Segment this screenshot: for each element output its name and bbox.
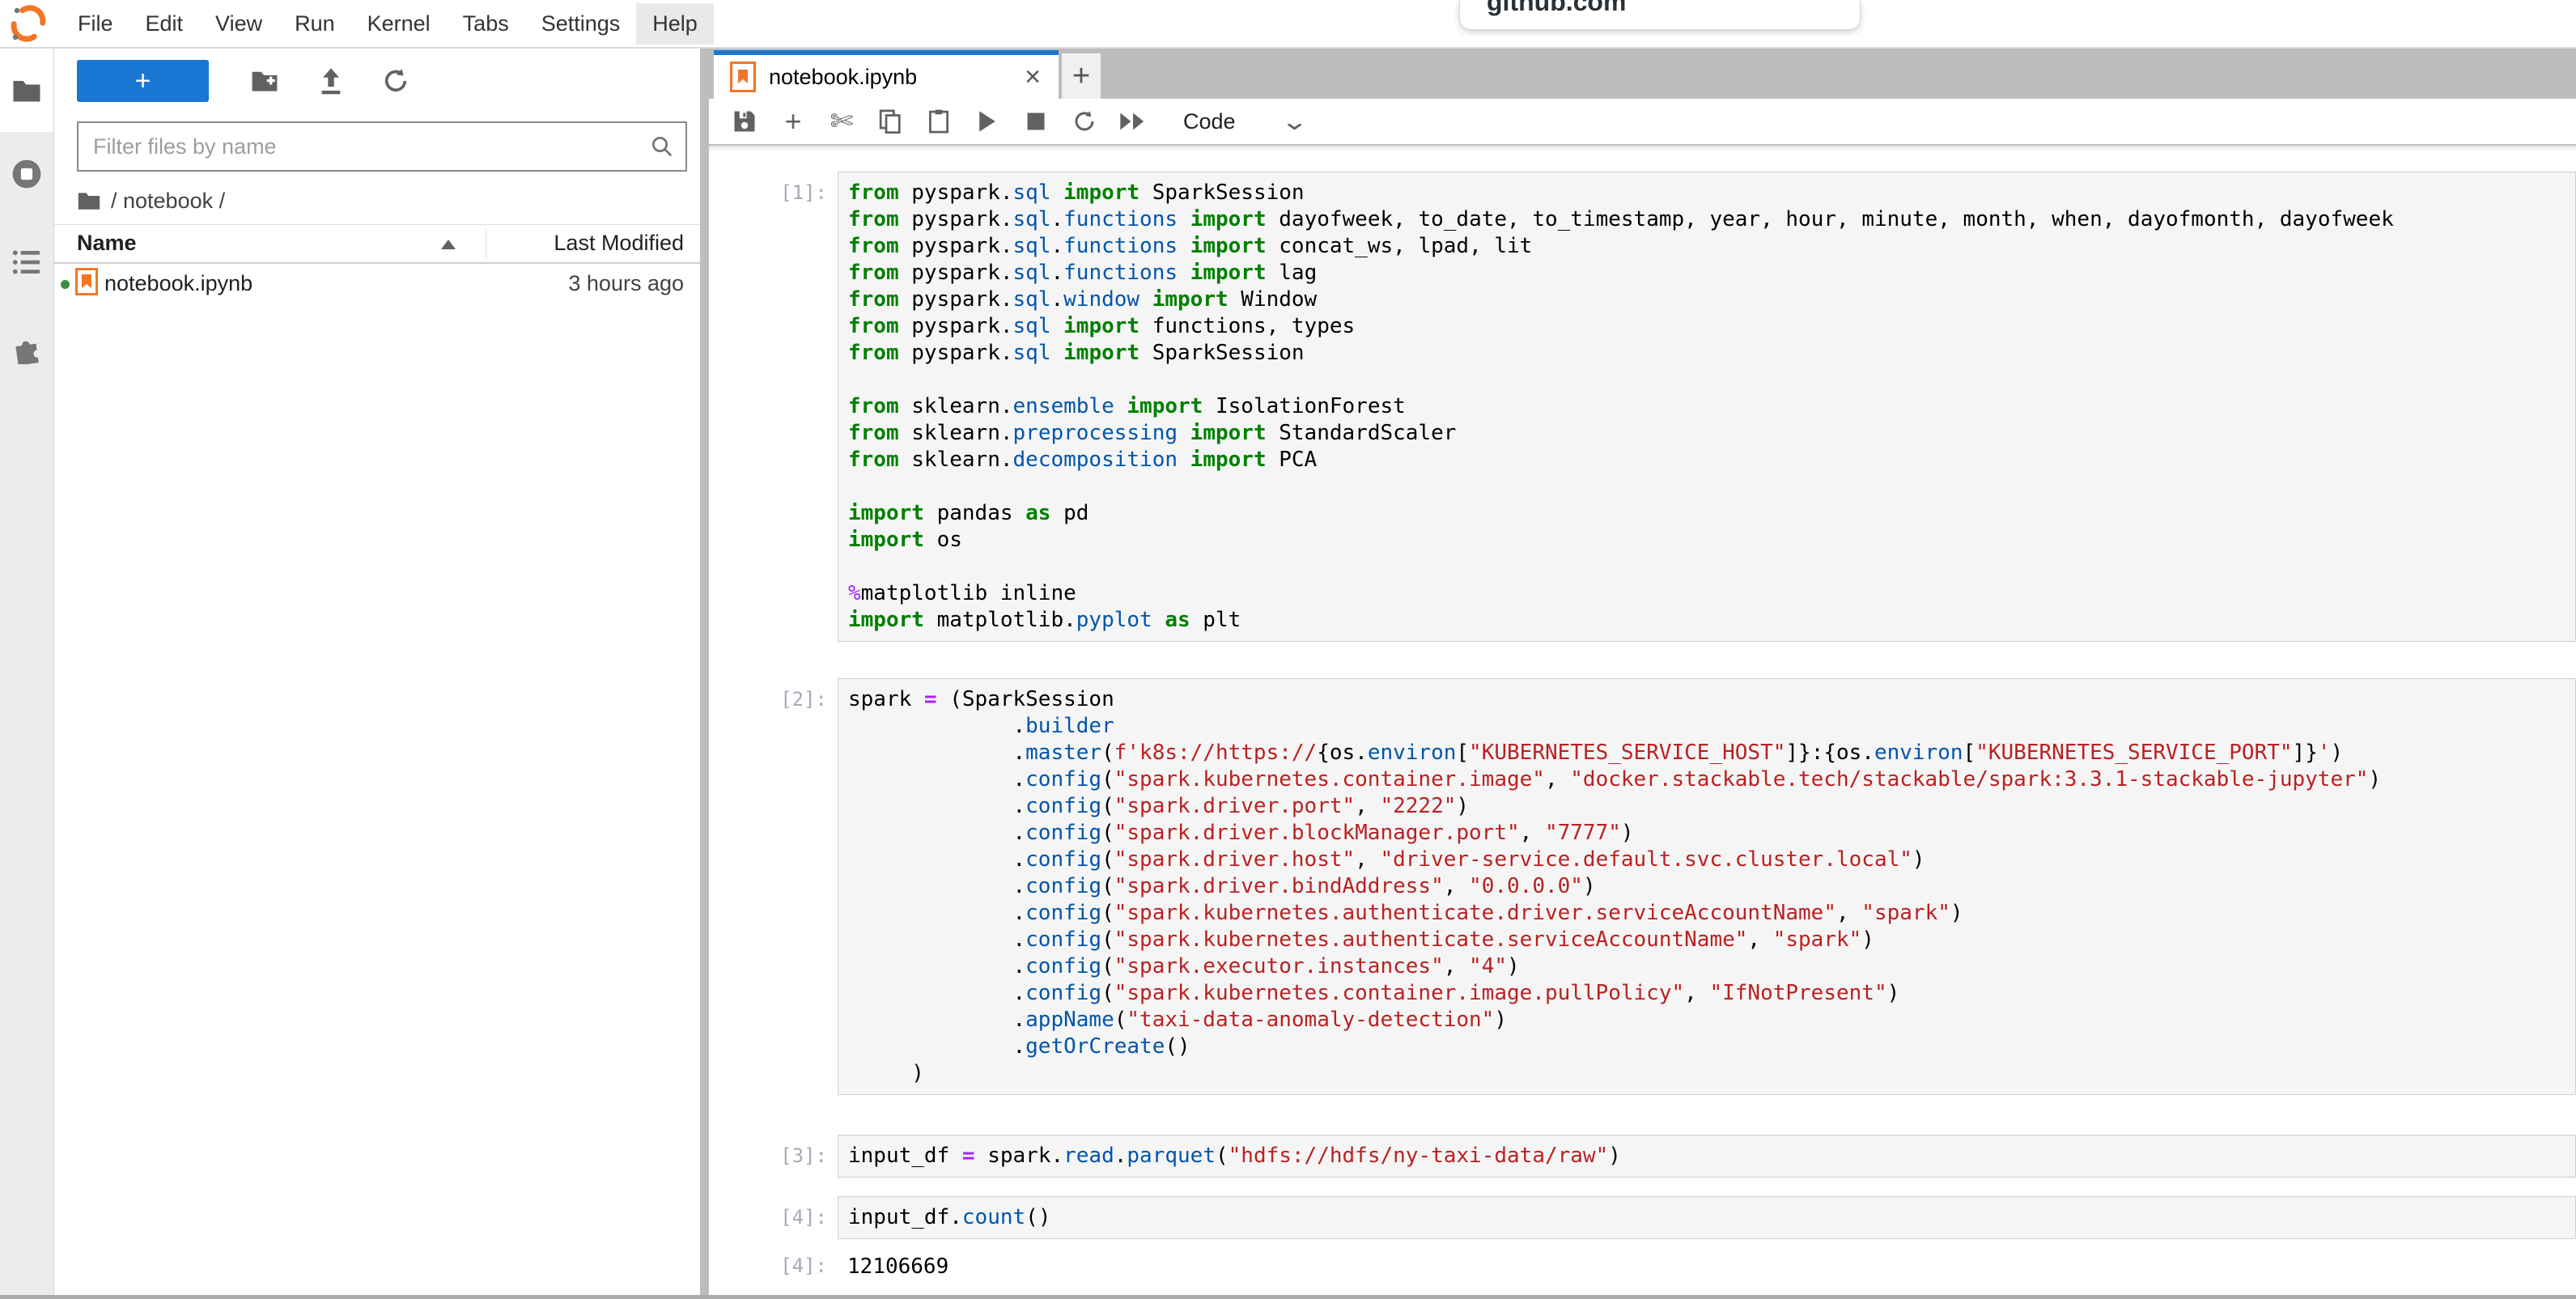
- cell-editor[interactable]: from pyspark.sql import SparkSessionfrom…: [838, 172, 2576, 642]
- code-line: [848, 367, 2575, 393]
- panel-divider[interactable]: [700, 47, 709, 1299]
- code-line: from sklearn.decomposition import PCA: [848, 447, 2575, 473]
- code-line: input_df = spark.read.parquet("hdfs://hd…: [848, 1143, 2575, 1170]
- refresh-icon[interactable]: [380, 65, 412, 97]
- add-cell-icon[interactable]: +: [775, 104, 811, 139]
- github-popup: github.com: [1459, 0, 1861, 30]
- file-list-item[interactable]: notebook.ipynb 3 hours ago: [54, 263, 700, 305]
- cell-editor[interactable]: spark = (SparkSession .builder .master(f…: [838, 678, 2576, 1095]
- filter-files-box: [77, 121, 687, 172]
- menu-item-edit[interactable]: Edit: [129, 3, 200, 45]
- code-line: import matplotlib.pyplot as plt: [848, 607, 2575, 634]
- restart-kernel-icon[interactable]: [1067, 104, 1102, 139]
- home-folder-icon[interactable]: [77, 191, 101, 210]
- upload-icon[interactable]: [315, 65, 347, 97]
- extensions-puzzle-icon[interactable]: [11, 333, 42, 364]
- file-last-modified: 3 hours ago: [54, 271, 684, 296]
- table-of-contents-icon[interactable]: [11, 247, 42, 278]
- code-line: ): [848, 1060, 2575, 1087]
- cell-input-prompt: [2]:: [709, 688, 827, 711]
- menu-item-run[interactable]: Run: [278, 3, 351, 45]
- code-line: from sklearn.preprocessing import Standa…: [848, 420, 2575, 447]
- code-line: from pyspark.sql import SparkSession: [848, 340, 2575, 367]
- cell-output-prompt: [4]:: [709, 1254, 827, 1277]
- code-line: from sklearn.ensemble import IsolationFo…: [848, 393, 2575, 420]
- code-line: [848, 473, 2575, 500]
- code-line: from pyspark.sql import functions, types: [848, 313, 2575, 340]
- new-tab-button[interactable]: +: [1062, 53, 1101, 99]
- notebook-tab-icon: [730, 62, 756, 92]
- search-icon: [650, 134, 674, 159]
- cell-editor[interactable]: input_df.count(): [838, 1196, 2576, 1239]
- tab-close-icon[interactable]: ×: [1025, 62, 1041, 93]
- code-line: .config("spark.driver.port", "2222"): [848, 793, 2575, 820]
- cell-input-prompt: [4]:: [709, 1206, 827, 1229]
- code-line: [848, 554, 2575, 580]
- menu-item-settings[interactable]: Settings: [525, 3, 637, 45]
- notebook-panel: [1]: from pyspark.sql import SparkSession…: [709, 151, 2576, 1295]
- menu-item-tabs[interactable]: Tabs: [447, 3, 525, 45]
- restart-run-all-icon[interactable]: [1115, 104, 1151, 139]
- stop-icon[interactable]: [1018, 104, 1054, 139]
- code-line: .config("spark.kubernetes.authenticate.d…: [848, 900, 2575, 927]
- cell-output-value: 12106669: [847, 1254, 948, 1279]
- code-line: import pandas as pd: [848, 500, 2575, 527]
- code-line: .builder: [848, 713, 2575, 740]
- toolbar-shadow: [709, 146, 2576, 151]
- activity-bar: [0, 47, 54, 1299]
- code-line: from pyspark.sql.window import Window: [848, 287, 2575, 313]
- status-bar-edge: [0, 1295, 2576, 1299]
- chevron-down-icon[interactable]: ⌄: [1280, 108, 1309, 136]
- new-folder-icon[interactable]: [248, 65, 281, 97]
- code-line: %matplotlib inline: [848, 580, 2575, 607]
- cut-icon[interactable]: ✄: [824, 104, 859, 139]
- menu-item-file[interactable]: File: [62, 3, 129, 45]
- menu-bar: File Edit View Run Kernel Tabs Settings …: [0, 0, 2576, 49]
- running-kernels-icon[interactable]: [11, 159, 42, 189]
- file-browser-folder-icon[interactable]: [11, 75, 42, 106]
- jupyterhub-logo-icon: [10, 5, 47, 42]
- code-line: .config("spark.driver.blockManager.port"…: [848, 820, 2575, 847]
- paste-icon[interactable]: [921, 104, 957, 139]
- code-line: from pyspark.sql.functions import concat…: [848, 233, 2575, 260]
- menu-item-help[interactable]: Help: [636, 3, 714, 45]
- new-launcher-button[interactable]: +: [77, 60, 209, 102]
- filter-files-input[interactable]: [79, 134, 650, 159]
- code-line: .config("spark.kubernetes.authenticate.s…: [848, 927, 2575, 953]
- cell-input-prompt: [3]:: [709, 1144, 827, 1167]
- code-line: import os: [848, 527, 2575, 554]
- code-line: from pyspark.sql import SparkSession: [848, 180, 2575, 206]
- save-icon[interactable]: [727, 104, 762, 139]
- column-header-last-modified[interactable]: Last Modified: [54, 231, 684, 256]
- notebook-toolbar: + ✄ Code ⌄: [709, 99, 2576, 146]
- breadcrumb[interactable]: / notebook /: [77, 176, 225, 225]
- cell-input-prompt: [1]:: [709, 181, 827, 204]
- code-line: input_df.count(): [848, 1204, 2575, 1231]
- code-line: .config("spark.kubernetes.container.imag…: [848, 766, 2575, 793]
- menu-item-view[interactable]: View: [199, 3, 278, 45]
- code-line: .master(f'k8s://https://{os.environ["KUB…: [848, 740, 2575, 766]
- file-browser-panel: + / notebook / Name Last Modified notebo…: [54, 47, 700, 1299]
- cell-type-dropdown[interactable]: Code: [1183, 109, 1236, 134]
- github-popup-text: github.com: [1487, 0, 1860, 17]
- code-line: spark = (SparkSession: [848, 686, 2575, 713]
- cell-editor[interactable]: input_df = spark.read.parquet("hdfs://hd…: [838, 1135, 2576, 1178]
- code-line: from pyspark.sql.functions import lag: [848, 260, 2575, 287]
- tab-label: notebook.ipynb: [769, 65, 1025, 90]
- code-line: .config("spark.executor.instances", "4"): [848, 953, 2575, 980]
- tab-notebook[interactable]: notebook.ipynb ×: [714, 50, 1059, 99]
- code-line: .config("spark.driver.bindAddress", "0.0…: [848, 873, 2575, 900]
- copy-icon[interactable]: [872, 104, 908, 139]
- code-line: .config("spark.driver.host", "driver-ser…: [848, 847, 2575, 873]
- dock-tab-bar: notebook.ipynb × +: [709, 47, 2576, 99]
- menu-item-kernel[interactable]: Kernel: [351, 3, 447, 45]
- code-line: .getOrCreate(): [848, 1034, 2575, 1060]
- run-icon[interactable]: [970, 104, 1005, 139]
- code-line: .config("spark.kubernetes.container.imag…: [848, 980, 2575, 1007]
- breadcrumb-path: / notebook /: [111, 189, 225, 214]
- code-line: from pyspark.sql.functions import dayofw…: [848, 206, 2575, 233]
- code-line: .appName("taxi-data-anomaly-detection"): [848, 1007, 2575, 1034]
